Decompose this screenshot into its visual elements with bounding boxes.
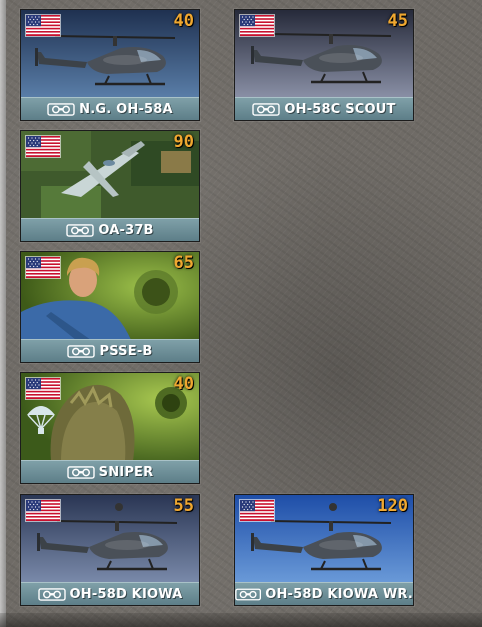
recon-binoculars-icon [67,466,95,479]
unit-card-oh58d-kiowa-wr[interactable]: 120 OH-58D KIOWA WR. [234,494,414,606]
recon-binoculars-icon [67,345,95,358]
unit-name: OH-58D KIOWA [69,586,183,602]
panel-bottom-edge [0,613,482,627]
usa-flag-icon [239,14,275,37]
unit-card-oh58d-kiowa[interactable]: 55 OH-58D KIOWA [20,494,200,606]
recon-binoculars-icon [47,103,75,116]
recon-binoculars-icon [38,588,66,601]
unit-label-bar: N.G. OH-58A [21,97,199,120]
recon-binoculars-icon [66,224,94,237]
usa-flag-icon [25,499,61,522]
usa-flag-icon [239,499,275,522]
unit-cost: 55 [173,496,194,516]
unit-name: OH-58C SCOUT [284,101,396,117]
unit-name: PSSE-B [99,343,153,359]
panel-left-edge [0,0,6,627]
unit-label-bar: PSSE-B [21,339,199,362]
unit-label-bar: OH-58D KIOWA WR. [235,582,413,605]
unit-label-bar: OA-37B [21,218,199,241]
usa-flag-icon [25,135,61,158]
unit-card-sniper[interactable]: 40 SNIPER [20,372,200,484]
unit-cost: 40 [173,11,194,31]
unit-card-ng-oh58a[interactable]: 40 N.G. OH-58A [20,9,200,121]
unit-cost: 65 [173,253,194,273]
unit-card-psse-b[interactable]: 65 PSSE-B [20,251,200,363]
unit-label-bar: SNIPER [21,460,199,483]
unit-cost: 40 [173,374,194,394]
recon-binoculars-icon [252,103,280,116]
unit-label-bar: OH-58D KIOWA [21,582,199,605]
unit-name: OH-58D KIOWA WR. [265,586,413,602]
unit-name: OA-37B [98,222,154,238]
usa-flag-icon [25,377,61,400]
unit-cost: 90 [173,132,194,152]
recon-binoculars-icon [235,588,261,601]
unit-name: SNIPER [98,464,154,480]
usa-flag-icon [25,14,61,37]
unit-card-oa37b[interactable]: 90 OA-37B [20,130,200,242]
parachute-icon [27,406,55,434]
usa-flag-icon [25,256,61,279]
unit-cost: 45 [387,11,408,31]
unit-cost: 120 [377,496,408,516]
unit-label-bar: OH-58C SCOUT [235,97,413,120]
unit-card-oh58c-scout[interactable]: 45 OH-58C SCOUT [234,9,414,121]
unit-name: N.G. OH-58A [79,101,173,117]
